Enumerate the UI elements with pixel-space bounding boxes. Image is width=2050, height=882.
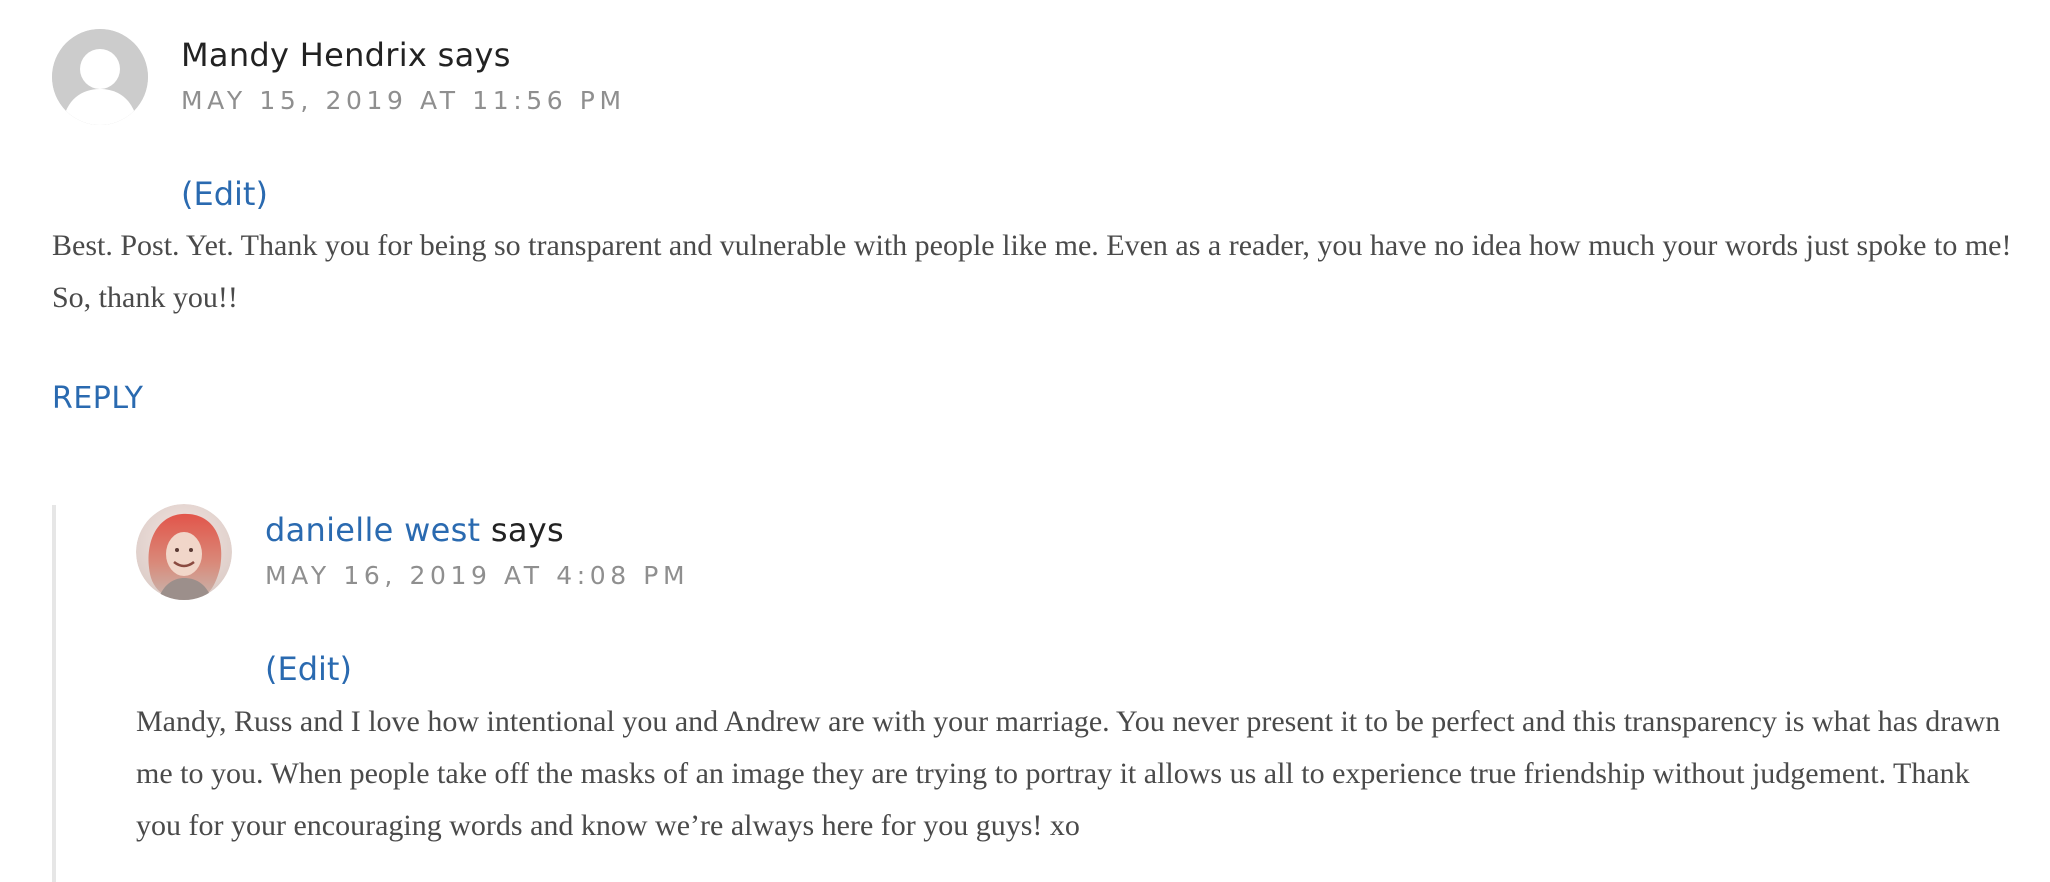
avatar: [52, 29, 148, 125]
user-photo-avatar: [136, 504, 232, 600]
comment-author-line: danielle west says: [265, 511, 564, 549]
comment-author-link[interactable]: danielle west: [265, 511, 480, 549]
comment-author-line: Mandy Hendrix says: [181, 36, 511, 74]
comment-date-link[interactable]: MAY 16, 2019 AT 4:08 PM: [265, 561, 689, 590]
reply-button[interactable]: REPLY: [52, 381, 143, 416]
edit-link[interactable]: (Edit): [265, 650, 352, 688]
comment-author-name: Mandy Hendrix: [181, 36, 428, 74]
says-label: says: [437, 36, 511, 74]
comment-danielle-west: danielle west says MAY 16, 2019 AT 4:08 …: [0, 460, 2050, 882]
comment-mandy-hendrix: Mandy Hendrix says MAY 15, 2019 AT 11:56…: [0, 0, 2050, 460]
edit-link[interactable]: (Edit): [181, 175, 268, 213]
comment-text: Mandy, Russ and I love how intentional y…: [136, 705, 2001, 842]
default-person-icon: [52, 29, 148, 125]
comment-text: Best. Post. Yet. Thank you for being so …: [52, 229, 2012, 314]
avatar: [136, 504, 232, 600]
says-label: says: [490, 511, 564, 549]
comment-date-link[interactable]: MAY 15, 2019 AT 11:56 PM: [181, 86, 626, 115]
